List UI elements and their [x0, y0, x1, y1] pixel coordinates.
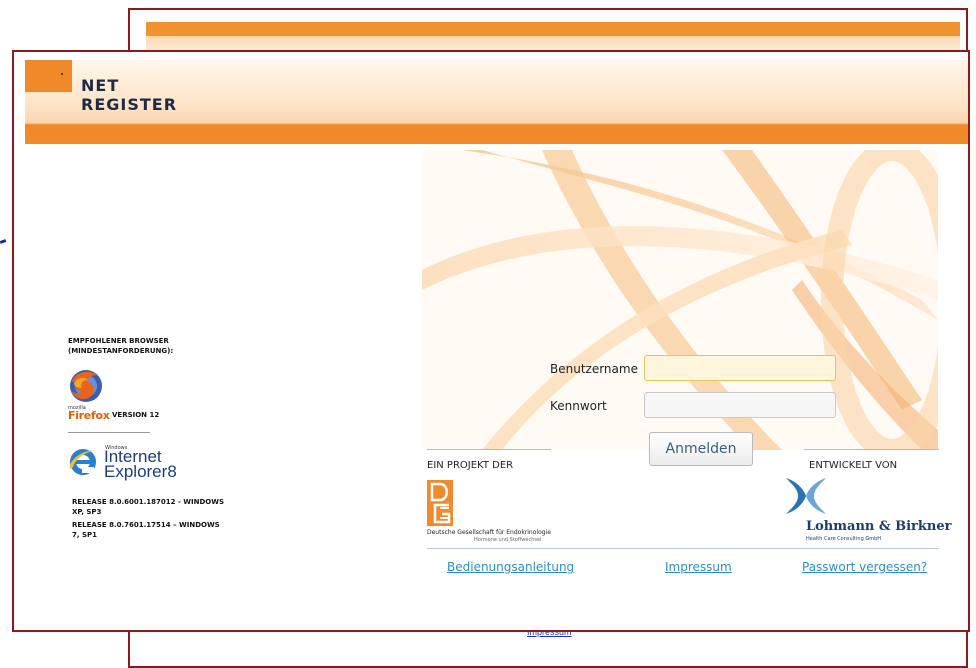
stray-mark: [0, 239, 7, 244]
release-note-win7: RELEASE 8.0.7601.17514 – WINDOWS 7, SP1: [72, 521, 220, 539]
release-note-xp: RELEASE 8.0.6001.187012 - WINDOWS XP, SP…: [72, 498, 225, 516]
dge-org-sub: Hormone und Stoffwechsel: [474, 537, 542, 543]
logo-square: [25, 60, 72, 92]
manual-link[interactable]: Bedienungsanleitung: [447, 560, 574, 574]
firefox-version: VERSION 12: [112, 411, 160, 419]
recommended-browser-title: EMPFOHLENER BROWSER (MINDESTANFORDERUNG)…: [68, 337, 174, 355]
developer-company-sub: Health Care Consulting GmbH: [806, 536, 882, 542]
username-field[interactable]: [644, 355, 836, 381]
password-field[interactable]: [644, 392, 836, 418]
background-header-bar: [146, 22, 960, 36]
logo-line-2: REGISTER: [81, 95, 178, 114]
dge-org-name: Deutsche Gesellschaft für Endokrinologie: [427, 529, 551, 536]
logo-dot: [61, 73, 63, 75]
page-header: NET REGISTER: [25, 60, 968, 144]
developer-company: Lohmann & Birkner: [806, 519, 952, 534]
username-label: Benutzername: [550, 362, 638, 376]
app-logo: NET REGISTER: [81, 76, 177, 114]
password-label: Kennwort: [550, 399, 607, 413]
footer-divider: [427, 548, 939, 549]
firefox-block: mozilla Firefox VERSION 12: [68, 368, 228, 422]
firefox-name: Firefox: [68, 409, 110, 422]
ie-name-line-2: Explorer8: [104, 462, 177, 481]
project-divider: [427, 449, 551, 450]
login-button[interactable]: Anmelden: [649, 432, 753, 466]
impressum-link[interactable]: Impressum: [665, 560, 732, 574]
lohmann-birkner-icon: [786, 478, 826, 514]
ie-version: 8: [167, 462, 177, 481]
logo-line-1: NET: [81, 76, 120, 95]
firefox-icon: [70, 370, 102, 402]
developer-divider: [804, 449, 939, 450]
browser-requirements: EMPFOHLENER BROWSER (MINDESTANFORDERUNG)…: [68, 336, 228, 540]
internet-explorer-icon: [69, 449, 96, 475]
ie-explorer-word: Explorer: [104, 462, 168, 481]
project-title: EIN PROJEKT DER: [427, 460, 514, 471]
background-header-gradient: [146, 36, 960, 50]
browser-divider: [68, 432, 150, 433]
developer-title: ENTWICKELT VON: [809, 460, 898, 471]
ie-block: Windows Internet Explorer8: [68, 443, 228, 483]
login-window: NET REGISTER EMPFOHLENER BROWSER (MINDES…: [12, 50, 970, 632]
forgot-password-link[interactable]: Passwort vergessen?: [802, 560, 927, 574]
